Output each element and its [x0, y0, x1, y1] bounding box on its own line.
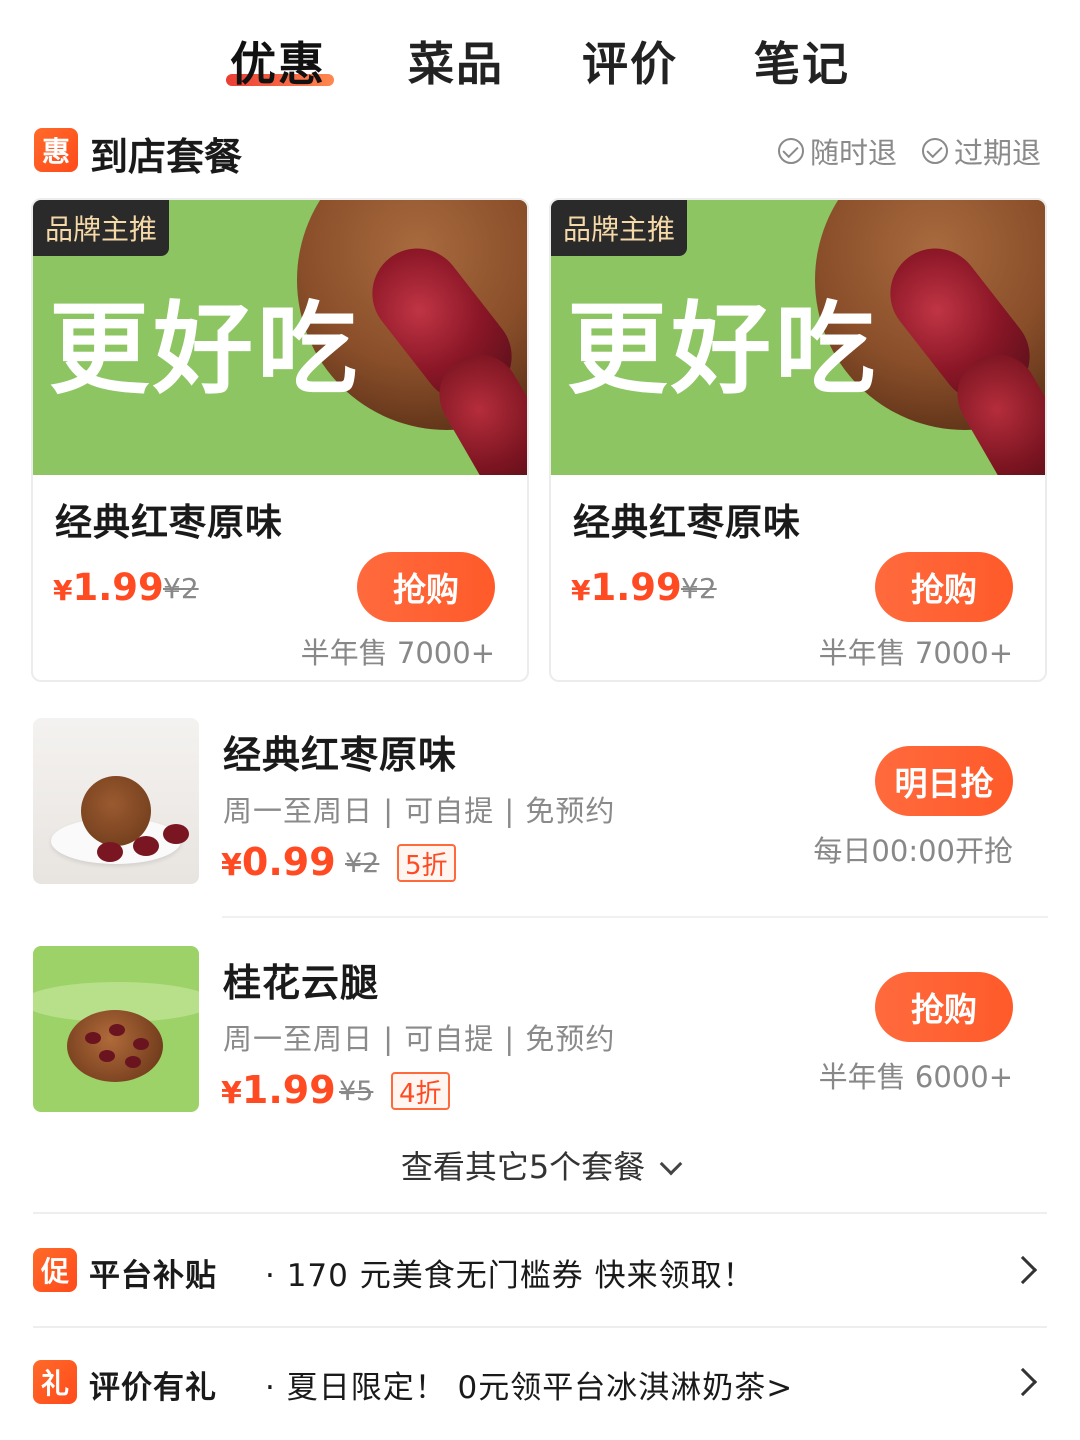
date-image	[85, 1032, 101, 1044]
section-header: 惠 到店套餐 随时退 过期退	[34, 124, 1046, 179]
promo-badge-icon: 促	[33, 1248, 77, 1292]
discount-badge: 4折	[391, 1072, 450, 1110]
view-more-packages[interactable]: 查看其它5个套餐	[0, 1142, 1080, 1188]
original-price: ¥2	[345, 848, 380, 879]
tab-reviews[interactable]: 评价	[582, 28, 678, 94]
view-more-label: 查看其它5个套餐	[400, 1148, 646, 1186]
original-price: ¥2	[163, 572, 199, 605]
product-price: ¥1.99	[221, 1068, 336, 1112]
price-value: 1.99	[590, 566, 682, 609]
original-price: ¥5	[339, 1076, 374, 1107]
tomorrow-buy-button[interactable]: 明日抢	[875, 746, 1013, 816]
chevron-right-icon	[1008, 1367, 1038, 1397]
divider	[33, 1326, 1047, 1328]
featured-card[interactable]: 更好吃 品牌主推 经典红枣原味 ¥1.99 ¥2 抢购 半年售 7000+	[549, 198, 1047, 682]
date-image	[133, 1038, 149, 1050]
deal-badge-icon: 惠	[34, 128, 78, 172]
banner-slogan: 更好吃	[49, 291, 361, 408]
date-image	[125, 1056, 141, 1068]
product-description: 周一至周日 | 可自提 | 免预约	[223, 1022, 616, 1056]
featured-card[interactable]: 更好吃 品牌主推 经典红枣原味 ¥1.99 ¥2 抢购 半年售 7000+	[31, 198, 529, 682]
tab-bar: 优惠 菜品 评价 笔记	[0, 22, 1080, 102]
promo-text: · 170 元美食无门槛券 快来领取！	[265, 1258, 755, 1294]
section-title: 到店套餐	[90, 135, 243, 179]
tab-dishes[interactable]: 菜品	[408, 28, 504, 94]
product-thumbnail	[33, 946, 199, 1112]
list-item[interactable]: 经典红枣原味 周一至周日 | 可自提 | 免预约 ¥0.99 ¥2 5折 明日抢…	[33, 716, 1047, 886]
banner-slogan: 更好吃	[567, 291, 879, 408]
date-image	[97, 842, 123, 862]
date-image	[109, 1024, 125, 1036]
sale-start-note: 每日00:00开抢	[813, 834, 1013, 868]
cake-image	[67, 1010, 163, 1082]
buy-button[interactable]: 抢购	[357, 552, 495, 622]
buy-button[interactable]: 抢购	[875, 972, 1013, 1042]
currency-symbol: ¥	[53, 574, 73, 607]
price-value: 1.99	[241, 1068, 336, 1112]
currency-symbol: ¥	[221, 848, 242, 883]
currency-symbol: ¥	[571, 574, 591, 607]
product-name: 经典红枣原味	[55, 501, 283, 544]
cake-image	[81, 776, 151, 846]
check-circle-icon	[778, 138, 804, 164]
product-price: ¥0.99	[221, 840, 336, 884]
date-image	[133, 836, 159, 856]
product-banner-image: 更好吃 品牌主推	[33, 200, 527, 475]
product-banner-image: 更好吃 品牌主推	[551, 200, 1045, 475]
product-name: 经典红枣原味	[573, 501, 801, 544]
chevron-right-icon	[1008, 1255, 1038, 1285]
gift-badge-icon: 礼	[33, 1360, 77, 1404]
tab-deals[interactable]: 优惠	[230, 28, 326, 94]
guarantee-label: 随时退	[810, 136, 898, 170]
product-name: 桂花云腿	[223, 961, 380, 1005]
price-value: 1.99	[72, 566, 164, 609]
divider	[33, 1212, 1047, 1214]
product-price: ¥1.99	[571, 566, 682, 609]
promo-title: 平台补贴	[89, 1258, 217, 1294]
check-circle-icon	[922, 138, 948, 164]
promo-title: 评价有礼	[89, 1370, 217, 1406]
date-image	[163, 824, 189, 844]
discount-badge: 5折	[397, 844, 456, 882]
sales-count: 半年售 6000+	[818, 1060, 1013, 1094]
list-item[interactable]: 桂花云腿 周一至周日 | 可自提 | 免预约 ¥1.99 ¥5 4折 抢购 半年…	[33, 944, 1047, 1114]
price-value: 0.99	[241, 840, 336, 884]
guarantee-refund-anytime: 随时退	[778, 130, 897, 172]
sales-count: 半年售 7000+	[300, 636, 495, 670]
buy-button[interactable]: 抢购	[875, 552, 1013, 622]
product-price: ¥1.99	[53, 566, 164, 609]
product-thumbnail	[33, 718, 199, 884]
guarantee-label: 过期退	[954, 136, 1042, 170]
brand-tag: 品牌主推	[33, 200, 170, 256]
promo-row-subsidy[interactable]: 促 平台补贴 · 170 元美食无门槛券 快来领取！	[33, 1240, 1047, 1300]
product-name: 经典红枣原味	[223, 733, 458, 777]
brand-tag: 品牌主推	[551, 200, 688, 256]
divider	[222, 916, 1048, 918]
sales-count: 半年售 7000+	[818, 636, 1013, 670]
tab-notes[interactable]: 笔记	[754, 28, 850, 94]
date-image	[99, 1050, 115, 1062]
promo-text: · 夏日限定！ 0元领平台冰淇淋奶茶>	[265, 1370, 794, 1406]
chevron-down-icon	[659, 1152, 683, 1176]
guarantee-refund-expired: 过期退	[922, 130, 1041, 172]
promo-row-review-gift[interactable]: 礼 评价有礼 · 夏日限定！ 0元领平台冰淇淋奶茶>	[33, 1352, 1047, 1412]
currency-symbol: ¥	[221, 1076, 242, 1111]
product-description: 周一至周日 | 可自提 | 免预约	[223, 794, 616, 828]
original-price: ¥2	[681, 572, 717, 605]
